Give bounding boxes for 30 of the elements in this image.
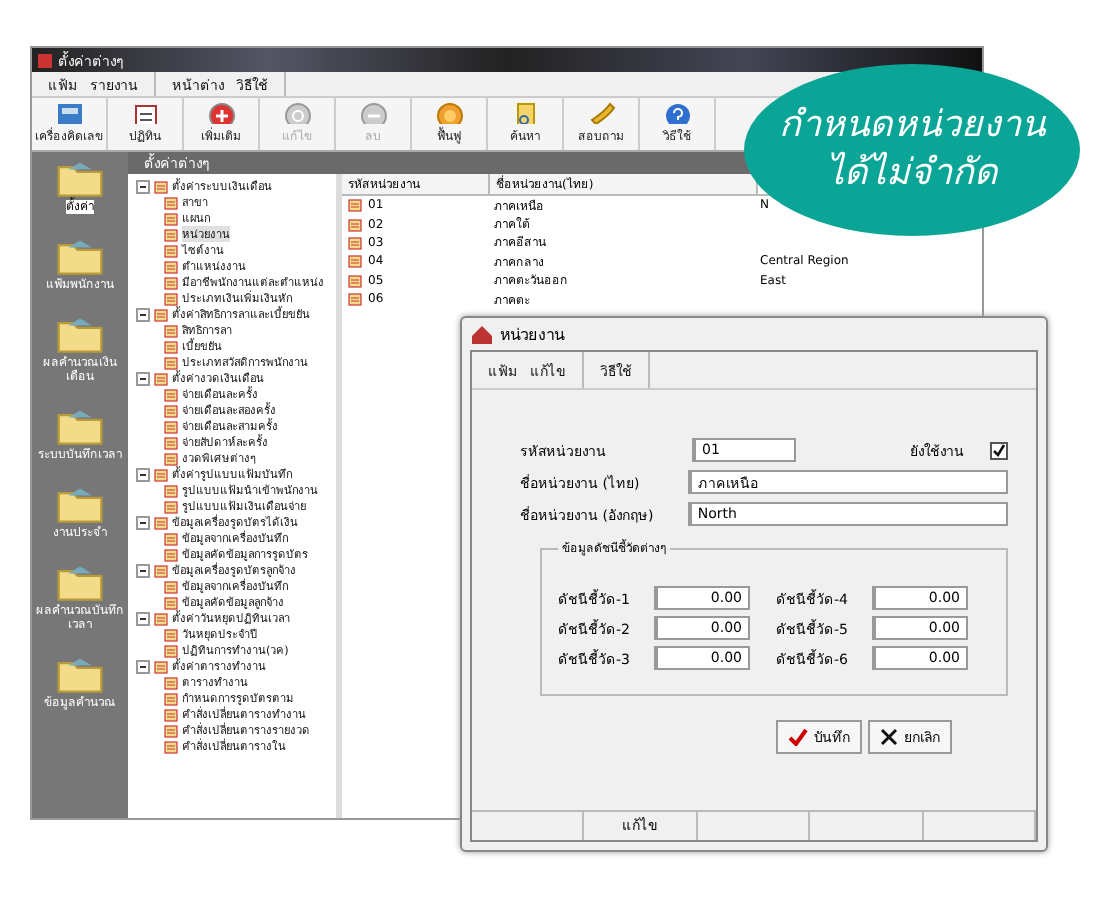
house-icon <box>472 325 492 343</box>
document-icon <box>348 198 362 213</box>
checkbox[interactable] <box>990 441 1008 459</box>
collapse-icon[interactable] <box>136 563 150 577</box>
collapse-icon[interactable] <box>136 515 150 529</box>
collapse-icon[interactable] <box>136 179 150 193</box>
document-icon <box>348 273 362 288</box>
collapse-icon[interactable] <box>136 611 150 625</box>
dialog-title: หน่วยงาน <box>500 323 564 347</box>
collapse-icon[interactable] <box>136 371 150 385</box>
document-icon <box>348 217 362 232</box>
app-icon <box>38 53 52 67</box>
folder-icon <box>56 408 104 446</box>
folder-icon <box>56 160 104 198</box>
folder-icon <box>56 486 104 524</box>
collapse-icon[interactable] <box>136 659 150 673</box>
collapse-icon[interactable] <box>136 307 150 321</box>
document-icon <box>348 235 362 250</box>
calculator-icon <box>55 102 83 124</box>
callout-text: กำหนดหน่วยงาน <box>779 102 1045 150</box>
refresh-icon <box>435 102 463 124</box>
close-icon <box>880 728 898 746</box>
document-icon <box>348 254 362 269</box>
folder-icon <box>56 656 104 694</box>
check-icon <box>788 728 808 746</box>
folder-icon <box>56 316 104 354</box>
collapse-icon[interactable] <box>136 467 150 481</box>
document-icon <box>348 292 362 307</box>
folder-icon <box>56 238 104 276</box>
folder-icon <box>56 564 104 602</box>
